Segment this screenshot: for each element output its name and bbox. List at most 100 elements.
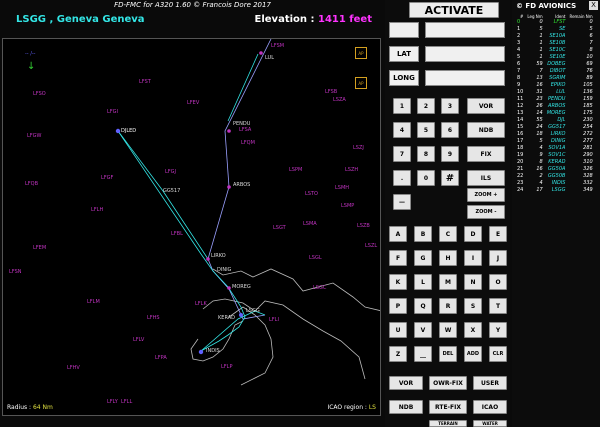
table-row[interactable]: 20 8 KERAD 310 (515, 159, 595, 166)
key-clr[interactable]: CLR (489, 346, 507, 362)
waypoint-label[interactable]: LFQB (25, 181, 38, 187)
waypoint-label[interactable]: LFPA (155, 355, 167, 361)
table-row[interactable]: 10 31 LUL 136 (515, 89, 595, 96)
water-button[interactable]: WATER (473, 420, 507, 427)
waypoint-label[interactable]: LSZB (357, 223, 370, 229)
route-label[interactable]: LUL (265, 55, 274, 61)
key-w[interactable]: W (439, 322, 457, 338)
key-4[interactable]: 4 (393, 122, 411, 138)
key-l[interactable]: L (414, 274, 432, 290)
bottom-vor-button[interactable]: VOR (389, 376, 423, 390)
key-3[interactable]: 3 (441, 98, 459, 114)
waypoint-label[interactable]: DJLED (121, 128, 136, 134)
key-del[interactable]: DEL (439, 346, 457, 362)
map-option-button-1[interactable]: AP (355, 47, 367, 59)
waypoint-label[interactable]: LSGT (273, 225, 286, 231)
icao-button[interactable]: ICAO (473, 400, 507, 414)
waypoint-label[interactable]: LFSB (325, 89, 337, 95)
waypoint-label[interactable]: LFLY (107, 399, 118, 405)
key-q[interactable]: Q (414, 298, 432, 314)
waypoint-label[interactable]: LFLM (87, 299, 100, 305)
waypoint-label[interactable]: LSZJ (353, 145, 364, 151)
key-k[interactable]: K (389, 274, 407, 290)
nav-fix-button[interactable]: FIX (467, 146, 505, 162)
nav-vor-button[interactable]: VOR (467, 98, 505, 114)
key-g[interactable]: G (414, 250, 432, 266)
table-row[interactable]: 2 1 SE10A 6 (515, 33, 595, 40)
bottom-ndb-button[interactable]: NDB (389, 400, 423, 414)
table-row[interactable]: 21 16 GG50A 326 (515, 166, 595, 173)
waypoint-label[interactable]: LFEM (33, 245, 46, 251)
table-row[interactable]: 18 4 SOV1A 281 (515, 145, 595, 152)
route-label[interactable]: MOREG (232, 284, 251, 290)
key-v[interactable]: V (414, 322, 432, 338)
table-row[interactable]: 23 4 INDIS 332 (515, 180, 595, 187)
activate-button[interactable]: ACTIVATE (409, 2, 499, 18)
table-row[interactable]: 17 5 DINIG 277 (515, 138, 595, 145)
table-row[interactable]: 11 23 PENDU 159 (515, 96, 595, 103)
waypoint-label[interactable]: LFSN (9, 269, 22, 275)
table-row[interactable]: 14 55 DJL 230 (515, 117, 595, 124)
lat-input[interactable] (425, 46, 505, 62)
waypoint-label[interactable]: LFLK (195, 301, 207, 307)
table-row[interactable]: 13 14 MOREG 175 (515, 110, 595, 117)
table-row[interactable]: 15 24 GG517 254 (515, 124, 595, 131)
table-row[interactable]: 1 5 SE 5 (515, 26, 595, 33)
route-label[interactable]: DINIG (217, 267, 231, 273)
zoom-out-button[interactable]: ZOOM - (467, 205, 505, 219)
nav-ils-button[interactable]: ILS (467, 170, 505, 186)
waypoint-label[interactable]: LFGJ (165, 169, 176, 175)
waypoint-label[interactable]: LFHV (67, 365, 80, 371)
key-t[interactable]: T (489, 298, 507, 314)
key-6[interactable]: 6 (441, 122, 459, 138)
route-label[interactable]: PENDU (233, 121, 250, 127)
table-row[interactable]: 24 17 LSGG 349 (515, 187, 595, 194)
waypoint-label[interactable]: LSMH (335, 185, 349, 191)
key-c[interactable]: C (439, 226, 457, 242)
waypoint-label[interactable]: LSMA (303, 221, 317, 227)
rte-fix-button[interactable]: RTE-FIX (429, 400, 467, 414)
table-row[interactable]: 8 13 SGRIM 89 (515, 75, 595, 82)
waypoint-label[interactable]: LFGW (27, 133, 41, 139)
key-8[interactable]: 8 (417, 146, 435, 162)
waypoint-label[interactable]: LFSA (239, 127, 251, 133)
table-row[interactable]: 4 1 SE10C 8 (515, 47, 595, 54)
key-s[interactable]: S (464, 298, 482, 314)
waypoint-label[interactable]: LFSO (33, 91, 46, 97)
terrain-button[interactable]: TERRAIN (429, 420, 467, 427)
key-add[interactable]: ADD (464, 346, 482, 362)
long-input[interactable] (425, 70, 505, 86)
key-b[interactable]: B (414, 226, 432, 242)
key-z[interactable]: Z (389, 346, 407, 362)
key-x[interactable]: X (464, 322, 482, 338)
waypoint-label[interactable]: LSGC (313, 285, 326, 291)
blank-field[interactable] (389, 22, 419, 38)
waypoint-label[interactable]: LSPM (289, 167, 302, 173)
key-h[interactable]: H (439, 250, 457, 266)
key-p[interactable]: P (389, 298, 407, 314)
waypoint-label[interactable]: LFLH (91, 207, 103, 213)
key-1[interactable]: 1 (393, 98, 411, 114)
map-option-button-2[interactable]: AP (355, 77, 367, 89)
close-icon[interactable]: X (589, 1, 598, 10)
route-label[interactable]: ARBOS (233, 182, 250, 188)
waypoint-label[interactable]: LFBL (171, 231, 183, 237)
key-2[interactable]: 2 (417, 98, 435, 114)
key-minus[interactable]: — (393, 194, 411, 210)
table-row[interactable]: 22 2 GG50B 328 (515, 173, 595, 180)
key-j[interactable]: J (489, 250, 507, 266)
key-7[interactable]: 7 (393, 146, 411, 162)
waypoint-label[interactable]: LFGF (101, 175, 113, 181)
table-row[interactable]: 7 7 DIBOT 76 (515, 68, 595, 75)
key-f[interactable]: F (389, 250, 407, 266)
waypoint-label[interactable]: LFQM (241, 140, 255, 146)
user-button[interactable]: USER (473, 376, 507, 390)
waypoint-label[interactable]: LSTO (305, 191, 318, 197)
waypoint-label[interactable]: LFLI (269, 317, 279, 323)
table-row[interactable]: 6 59 DOBEG 69 (515, 61, 595, 68)
waypoint-label[interactable]: LFLP (221, 364, 232, 370)
key-d[interactable]: D (464, 226, 482, 242)
waypoint-label[interactable]: LSZA (333, 97, 346, 103)
input-field[interactable] (425, 22, 505, 38)
route-label[interactable]: GG517 (163, 188, 180, 194)
